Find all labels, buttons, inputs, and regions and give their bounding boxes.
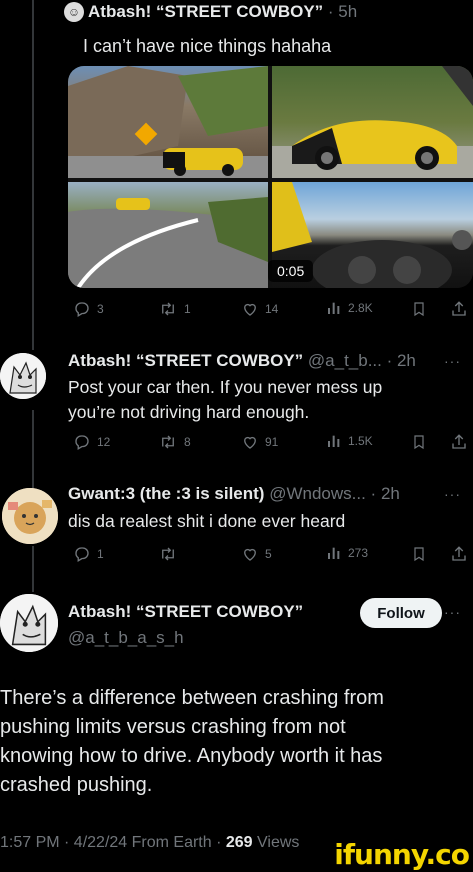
author-name[interactable]: Gwant:3 (the :3 is silent) [68, 484, 264, 503]
retweet-icon [158, 545, 178, 563]
footer-views-label: Views [257, 834, 300, 851]
bookmark-button[interactable] [411, 433, 427, 451]
reply-button[interactable]: 12 [73, 433, 110, 451]
views-button[interactable]: 273 [326, 545, 368, 561]
views-button[interactable]: 2.8K [326, 300, 373, 316]
reply-icon [73, 433, 91, 451]
footer-meta[interactable]: 1:57 PM · 4/22/24 From Earth · [0, 834, 221, 851]
retweet-count: 1 [184, 302, 191, 316]
like-button[interactable]: 14 [241, 300, 278, 318]
like-count: 91 [265, 435, 279, 449]
retweet-icon [158, 300, 178, 318]
like-button[interactable]: 91 [241, 433, 278, 451]
reply-count: 3 [97, 302, 104, 316]
reply-1-actions: 12 8 91 1.5K [0, 433, 473, 455]
retweet-button[interactable] [158, 545, 184, 563]
avatar[interactable] [0, 594, 58, 652]
share-icon [450, 433, 468, 451]
main-text-line-3: knowing how to drive. Anybody worth it h… [0, 745, 383, 767]
author-name[interactable]: Atbash! “STREET COWBOY” [68, 351, 303, 370]
reply-tweet-2[interactable]: Gwant:3 (the :3 is silent) @Wndows... · … [0, 478, 473, 578]
author-name[interactable]: Atbash! “STREET COWBOY” [88, 2, 323, 21]
reply-1-text-line-1: Post your car then. If you never mess up [68, 377, 383, 397]
reply-1-text-line-2: you’re not driving hard enough. [68, 402, 310, 422]
retweet-count: 8 [184, 435, 191, 449]
media-image-1[interactable] [68, 66, 268, 178]
avatar[interactable] [0, 353, 46, 399]
ifunny-watermark: ifunny.co [334, 838, 470, 871]
video-duration-badge: 0:05 [268, 260, 314, 282]
reply-count: 1 [97, 547, 104, 561]
tweet-parent-actions: 3 1 14 2.8K [0, 300, 473, 322]
main-text-line-1: There’s a difference between crashing fr… [0, 687, 384, 709]
handle-and-time[interactable]: @a_t_b... · 2h [308, 351, 416, 370]
bookmark-icon [411, 545, 427, 563]
like-count: 14 [265, 302, 279, 316]
bookmark-icon [411, 300, 427, 318]
reply-count: 12 [97, 435, 111, 449]
handle-and-time[interactable]: @Wndows... · 2h [269, 484, 400, 503]
main-text-line-4: crashed pushing. [0, 774, 153, 796]
main-author-handle[interactable]: @a_t_b_a_s_h [68, 628, 184, 648]
views-count: 2.8K [348, 301, 373, 315]
avatar[interactable] [2, 488, 58, 544]
media-image-2[interactable] [272, 66, 473, 178]
share-icon [450, 545, 468, 563]
more-icon[interactable]: ··· [444, 486, 461, 502]
retweet-button[interactable]: 1 [158, 300, 191, 318]
reply-button[interactable]: 1 [73, 545, 104, 563]
views-icon [326, 545, 342, 561]
follow-button[interactable]: Follow [360, 598, 442, 628]
reply-1-header: Atbash! “STREET COWBOY” @a_t_b... · 2h [68, 351, 416, 371]
views-count: 273 [348, 546, 369, 560]
bookmark-button[interactable] [411, 300, 427, 318]
reply-2-text: dis da realest shit i done ever heard [68, 511, 346, 531]
views-button[interactable]: 1.5K [326, 433, 373, 449]
views-icon [326, 300, 342, 316]
footer-views-count: 269 [225, 834, 253, 851]
tweet-text: I can’t have nice things hahaha [83, 36, 332, 56]
views-count: 1.5K [348, 434, 373, 448]
reply-icon [73, 300, 91, 318]
reply-button[interactable]: 3 [73, 300, 104, 318]
main-tweet-text: There’s a difference between crashing fr… [0, 684, 460, 800]
media-image-3[interactable] [68, 182, 268, 288]
share-icon [450, 300, 468, 318]
share-button[interactable] [450, 545, 468, 563]
media-grid[interactable]: 0:05 [68, 66, 473, 288]
views-icon [326, 433, 342, 449]
reply-2-header: Gwant:3 (the :3 is silent) @Wndows... · … [68, 484, 400, 504]
more-icon[interactable]: ··· [444, 353, 461, 369]
tweet-footer: 1:57 PM · 4/22/24 From Earth · 269 Views [0, 834, 299, 852]
retweet-icon [158, 433, 178, 451]
reply-tweet-1[interactable]: Atbash! “STREET COWBOY” @a_t_b... · 2h ·… [0, 345, 473, 465]
retweet-button[interactable]: 8 [158, 433, 191, 451]
author-emoji-icon: ☺ [64, 2, 84, 22]
author-name[interactable]: Atbash! “STREET COWBOY” [68, 602, 303, 621]
reply-2-actions: 1 5 273 [0, 545, 473, 567]
timestamp[interactable]: · 5h [328, 2, 357, 21]
like-icon [241, 545, 259, 563]
like-button[interactable]: 5 [241, 545, 272, 563]
share-button[interactable] [450, 433, 468, 451]
like-icon [241, 300, 259, 318]
main-author-name: Atbash! “STREET COWBOY” [68, 602, 303, 622]
more-icon[interactable]: ··· [444, 604, 461, 620]
tweet-parent[interactable]: ☺ Atbash! “STREET COWBOY” · 5h I can’t h… [0, 0, 473, 330]
tweet-parent-header: ☺ Atbash! “STREET COWBOY” · 5h [64, 2, 357, 22]
main-text-line-2: pushing limits versus crashing from not [0, 716, 346, 738]
reply-icon [73, 545, 91, 563]
bookmark-icon [411, 433, 427, 451]
like-count: 5 [265, 547, 272, 561]
bookmark-button[interactable] [411, 545, 427, 563]
like-icon [241, 433, 259, 451]
share-button[interactable] [450, 300, 468, 318]
